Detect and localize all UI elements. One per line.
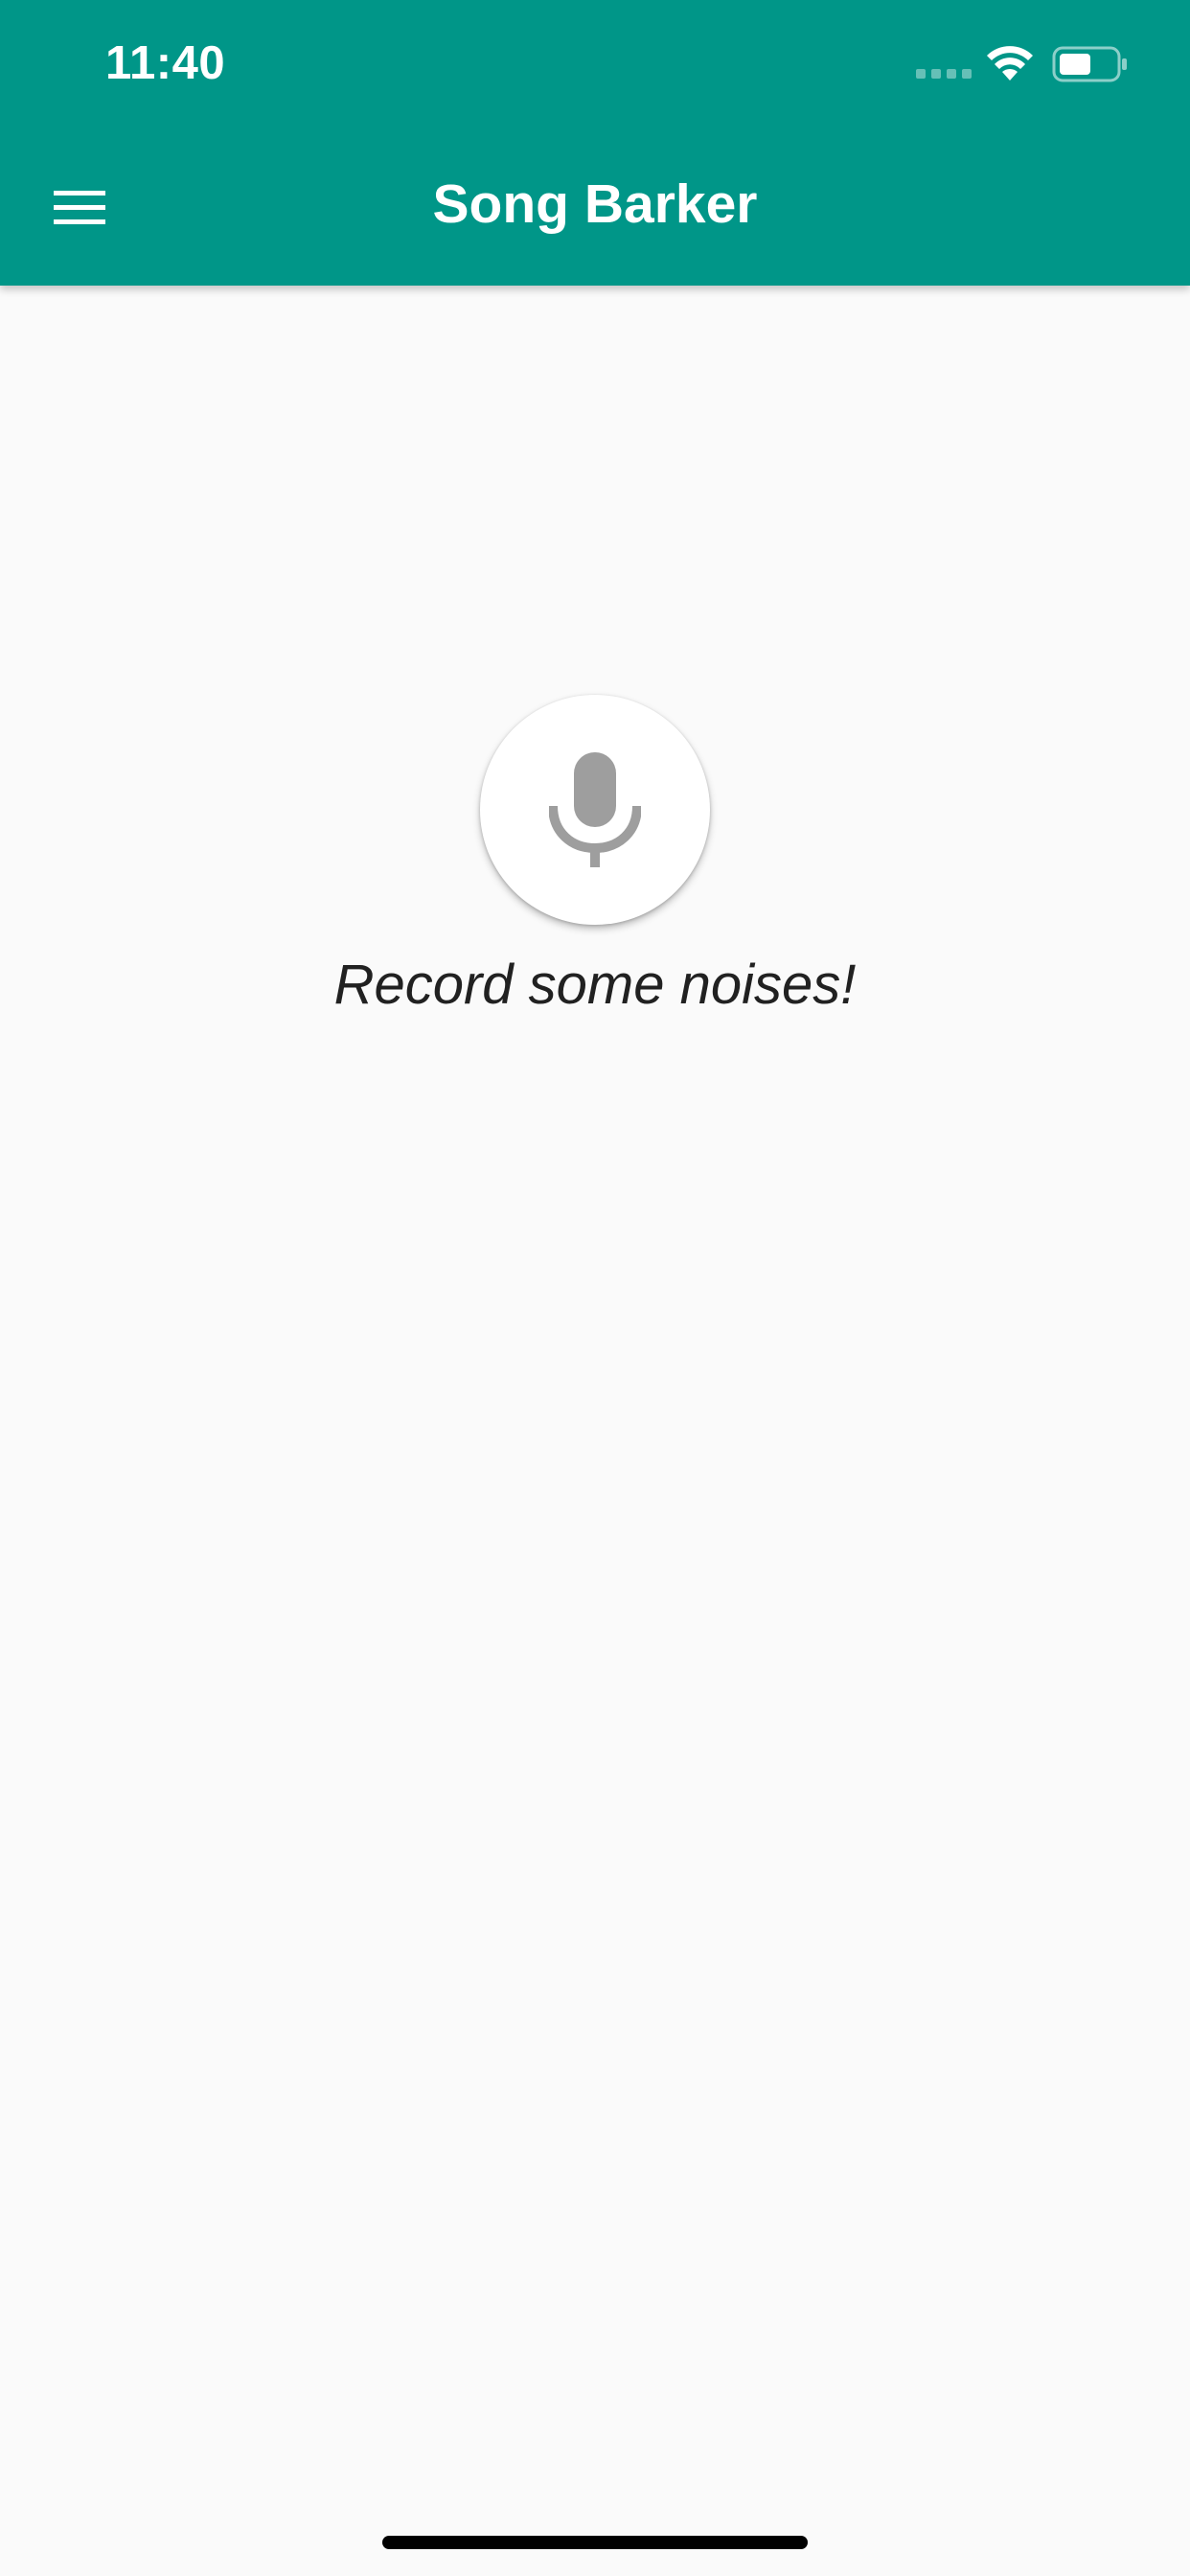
status-time: 11:40 [105, 37, 226, 89]
app-screen: 11:40 Song Barker Record some noises! [0, 0, 1190, 2576]
cellular-signal-icon [916, 69, 973, 80]
app-title: Song Barker [432, 173, 758, 235]
app-bar: Song Barker [0, 130, 1190, 286]
record-button[interactable] [480, 695, 710, 925]
status-bar: 11:40 [0, 0, 1190, 130]
battery-icon [1052, 46, 1127, 82]
home-indicator[interactable] [382, 2536, 808, 2549]
microphone-icon [549, 752, 641, 867]
record-prompt: Record some noises! [333, 954, 857, 1016]
wifi-icon [987, 46, 1033, 80]
header: 11:40 Song Barker [0, 0, 1190, 286]
